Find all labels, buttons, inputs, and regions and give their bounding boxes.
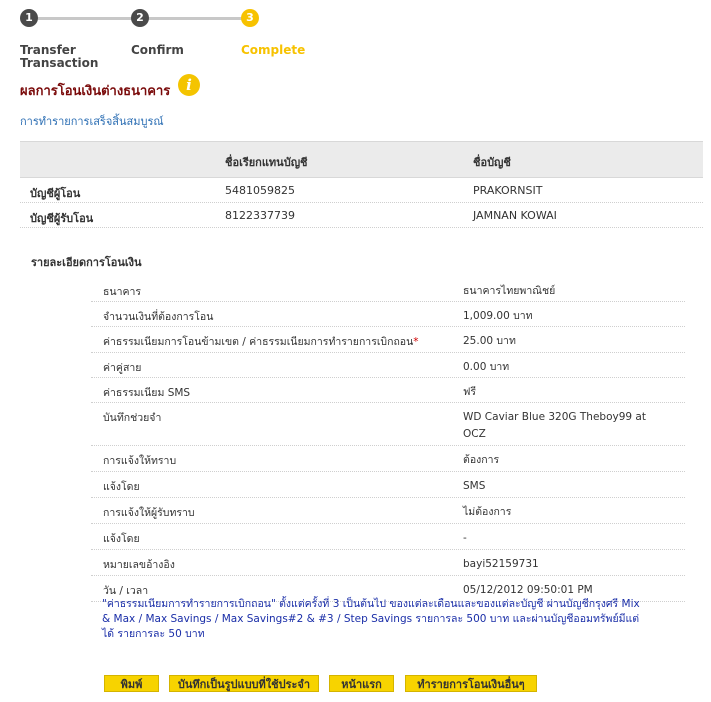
detail-row: แจ้งโดย -	[91, 524, 685, 550]
account-number: 5481059825	[225, 184, 295, 197]
info-icon[interactable]: i	[178, 74, 200, 96]
detail-row: ค่าคู่สาย 0.00 บาท	[91, 353, 685, 378]
step-3-indicator: 3	[241, 9, 259, 27]
step-1-label: Transfer Transaction	[20, 43, 99, 70]
detail-value: ฟรี	[463, 386, 477, 398]
detail-row: บันทึกช่วยจำ WD Caviar Blue 320G Theboy9…	[91, 403, 685, 446]
detail-key: แจ้งโดย	[103, 481, 140, 493]
detail-row: แจ้งโดย SMS	[91, 472, 685, 498]
required-mark: *	[413, 336, 419, 348]
detail-value: bayi52159731	[463, 558, 539, 570]
detail-key: การแจ้งให้ทราบ	[103, 455, 177, 467]
step-1-indicator: 1	[20, 9, 38, 27]
step-connector	[148, 17, 244, 20]
row-label: บัญชีผู้รับโอน	[30, 212, 94, 225]
detail-key: ค่าธรรมเนียมการโอนข้ามเขต / ค่าธรรมเนียม…	[103, 336, 414, 348]
detail-value: 1,009.00 บาท	[463, 310, 533, 322]
detail-row: หมายเลขอ้างอิง bayi52159731	[91, 550, 685, 576]
detail-value: WD Caviar Blue 320G Theboy99 at OCZ	[463, 411, 646, 440]
details-table: ธนาคาร ธนาคารไทยพาณิชย์ จำนวนเงินที่ต้อง…	[91, 277, 685, 602]
step-2-label: Confirm	[131, 43, 184, 57]
detail-key: ค่าคู่สาย	[103, 362, 142, 374]
detail-key: ค่าธรรมเนียม SMS	[103, 387, 191, 399]
table-row: บัญชีผู้โอน 5481059825 PRAKORNSIT	[20, 178, 703, 203]
header-account-name: ชื่อบัญชี	[473, 156, 511, 169]
fee-note: "ค่าธรรมเนียมการทำรายการเบิกถอน" ตั้งแต่…	[102, 598, 640, 640]
header-account-number: ชื่อเรียกแทนบัญชี	[225, 156, 308, 169]
step-2-indicator: 2	[131, 9, 149, 27]
detail-value: ไม่ต้องการ	[463, 506, 512, 518]
detail-key: ธนาคาร	[103, 286, 142, 298]
detail-row: ค่าธรรมเนียมการโอนข้ามเขต / ค่าธรรมเนียม…	[91, 327, 685, 353]
detail-value: 25.00 บาท	[463, 335, 516, 347]
accounts-table-header: ชื่อเรียกแทนบัญชี ชื่อบัญชี	[20, 141, 703, 178]
detail-value: 0.00 บาท	[463, 361, 510, 373]
accounts-table: ชื่อเรียกแทนบัญชี ชื่อบัญชี บัญชีผู้โอน …	[20, 141, 703, 228]
account-number: 8122337739	[225, 209, 295, 222]
detail-key: จำนวนเงินที่ต้องการโอน	[103, 311, 214, 323]
print-button[interactable]: พิมพ์	[104, 675, 159, 692]
success-message: การทำรายการเสร็จสิ้นสมบูรณ์	[20, 115, 164, 128]
account-name: PRAKORNSIT	[473, 184, 543, 197]
detail-value: ธนาคารไทยพาณิชย์	[463, 285, 556, 297]
detail-row: ค่าธรรมเนียม SMS ฟรี	[91, 378, 685, 403]
detail-row: การแจ้งให้ทราบ ต้องการ	[91, 446, 685, 472]
detail-value: -	[463, 532, 467, 544]
detail-row: การแจ้งให้ผู้รับทราบ ไม่ต้องการ	[91, 498, 685, 524]
save-template-button[interactable]: บันทึกเป็นรูปแบบที่ใช้ประจำ	[169, 675, 319, 692]
detail-key: การแจ้งให้ผู้รับทราบ	[103, 507, 195, 519]
row-label: บัญชีผู้โอน	[30, 187, 81, 200]
page-title: ผลการโอนเงินต่างธนาคาร	[20, 84, 171, 99]
detail-row: ธนาคาร ธนาคารไทยพาณิชย์	[91, 277, 685, 302]
step-connector	[38, 17, 134, 20]
new-transfer-button[interactable]: ทำรายการโอนเงินอื่นๆ	[405, 675, 537, 692]
detail-key: หมายเลขอ้างอิง	[103, 559, 175, 571]
table-row: บัญชีผู้รับโอน 8122337739 JAMNAN KOWAI	[20, 203, 703, 228]
detail-key-wrap: ค่าธรรมเนียมการโอนข้ามเขต / ค่าธรรมเนียม…	[103, 333, 419, 350]
detail-value: ต้องการ	[463, 454, 500, 466]
progress-stepper: 1 2 3	[20, 9, 260, 29]
detail-key: แจ้งโดย	[103, 533, 140, 545]
detail-key: บันทึกช่วยจำ	[103, 412, 162, 424]
home-button[interactable]: หน้าแรก	[329, 675, 394, 692]
detail-value: SMS	[463, 480, 486, 492]
details-title: รายละเอียดการโอนเงิน	[31, 256, 142, 269]
step-3-label: Complete	[241, 43, 306, 57]
detail-row: จำนวนเงินที่ต้องการโอน 1,009.00 บาท	[91, 302, 685, 327]
account-name: JAMNAN KOWAI	[473, 209, 557, 222]
